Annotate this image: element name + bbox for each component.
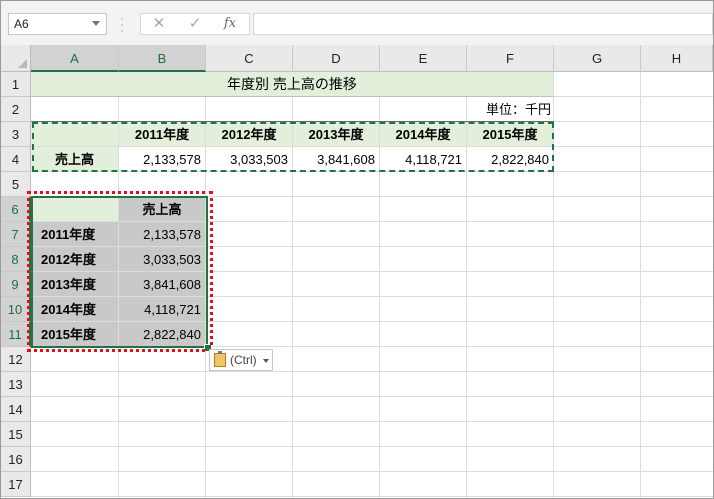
column-header-b[interactable]: B	[119, 45, 206, 72]
select-all-icon	[18, 59, 27, 68]
name-box-value: A6	[14, 17, 29, 31]
column-header-d[interactable]: D	[293, 45, 380, 72]
row-header-1[interactable]: 1	[1, 72, 31, 97]
select-all-button[interactable]	[1, 45, 31, 72]
highlight-outline	[27, 191, 213, 352]
row-header-3[interactable]: 3	[1, 122, 31, 147]
row-header-15[interactable]: 15	[1, 422, 31, 447]
copy-marquee	[32, 122, 554, 172]
insert-function-icon[interactable]: fx	[217, 14, 243, 34]
column-header-g[interactable]: G	[554, 45, 641, 72]
row-header-16[interactable]: 16	[1, 447, 31, 472]
excel-window: A6 · · · ✕ ✓ fx A B C D E F G H 1 2 3 4 5 …	[0, 0, 714, 499]
cancel-icon[interactable]: ✕	[146, 14, 172, 34]
column-header-a[interactable]: A	[31, 45, 119, 72]
row-header-14[interactable]: 14	[1, 397, 31, 422]
column-header-h[interactable]: H	[641, 45, 713, 72]
sheet-title-cell[interactable]: 年度別 売上高の推移	[31, 72, 554, 97]
chevron-down-icon[interactable]	[92, 21, 100, 26]
chevron-down-icon	[263, 359, 269, 363]
worksheet-grid[interactable]: A B C D E F G H 1 2 3 4 5 6 7 8 9 10 11 …	[1, 45, 713, 498]
column-header-e[interactable]: E	[380, 45, 467, 72]
paste-options-label: (Ctrl)	[230, 353, 257, 367]
more-icon[interactable]: · · ·	[120, 12, 124, 36]
row-header-13[interactable]: 13	[1, 372, 31, 397]
clipboard-icon	[214, 351, 226, 367]
paste-options-button[interactable]: (Ctrl)	[209, 349, 273, 371]
name-box[interactable]: A6	[8, 13, 107, 35]
row-header-17[interactable]: 17	[1, 472, 31, 497]
row-header-2[interactable]: 2	[1, 97, 31, 122]
column-header-f[interactable]: F	[467, 45, 554, 72]
row-header-4[interactable]: 4	[1, 147, 31, 172]
column-header-c[interactable]: C	[206, 45, 293, 72]
unit-cell[interactable]: 単位：千円	[379, 97, 554, 122]
formula-input[interactable]	[253, 13, 713, 35]
formula-bar: A6 · · · ✕ ✓ fx	[1, 1, 713, 45]
enter-icon[interactable]: ✓	[182, 14, 208, 34]
